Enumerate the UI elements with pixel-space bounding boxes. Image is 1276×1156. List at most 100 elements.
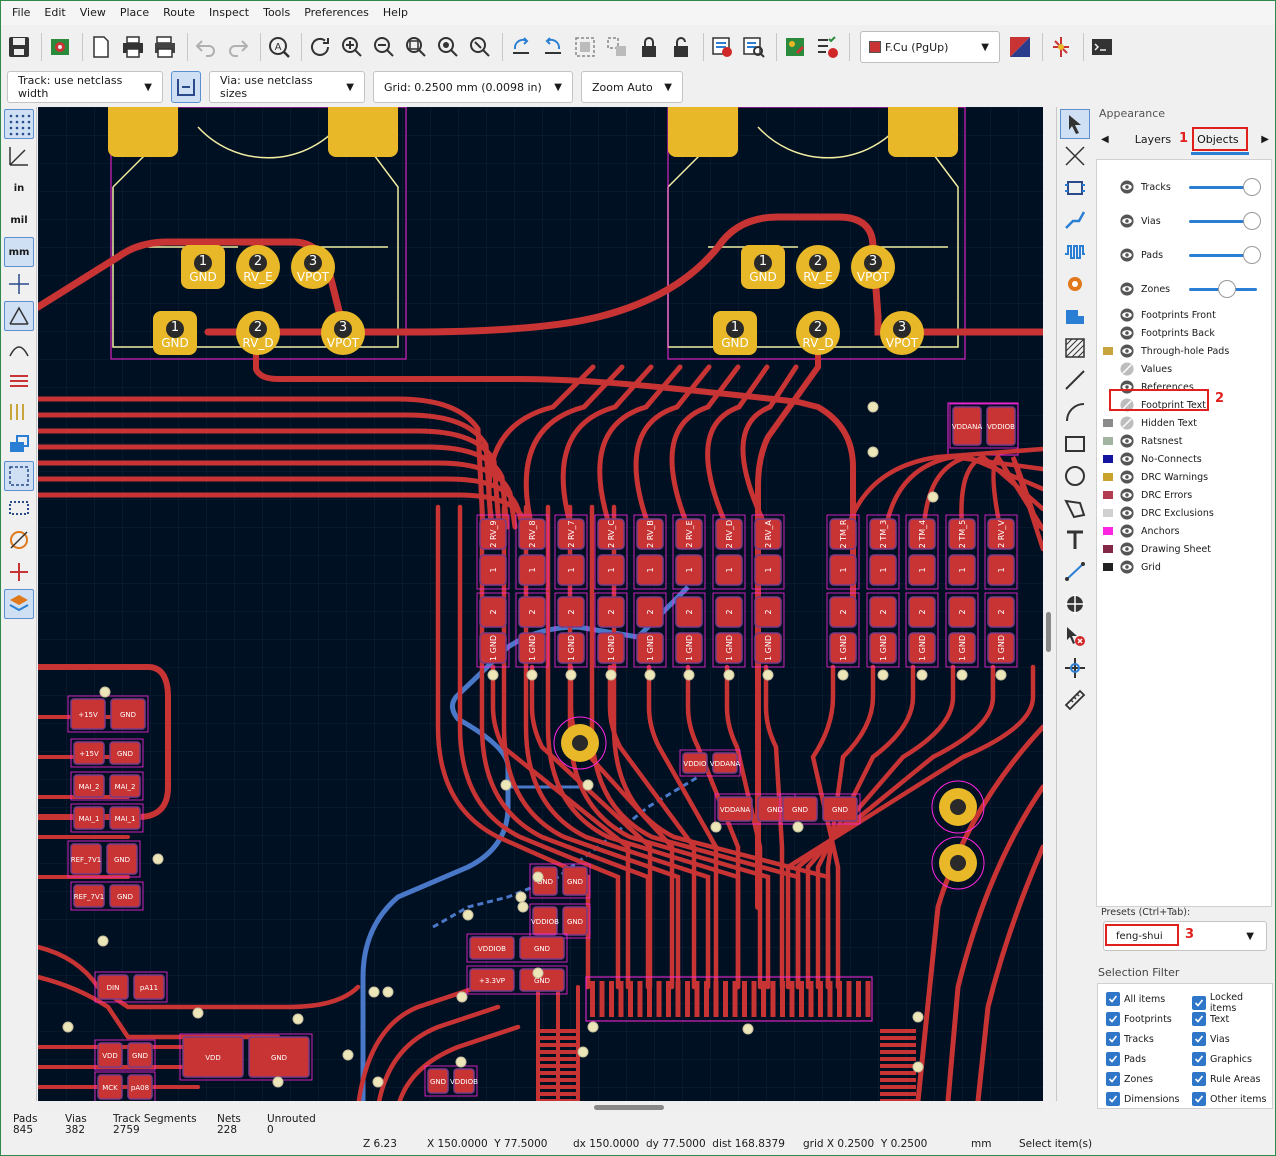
checkbox-checked-icon[interactable]	[1192, 1032, 1206, 1046]
checkbox-checked-icon[interactable]	[1106, 1092, 1120, 1106]
object-row-hidden-text[interactable]: Hidden Text	[1097, 414, 1273, 432]
via[interactable]	[462, 909, 474, 921]
object-color-swatch[interactable]	[1103, 545, 1113, 553]
th-pad-rv-d[interactable]: 2RV_D	[796, 311, 840, 355]
via[interactable]	[577, 1046, 589, 1058]
slider-knob[interactable]	[1243, 246, 1261, 264]
th-pad-gnd[interactable]: 1GND	[713, 311, 757, 355]
vertical-scrollbar[interactable]	[1043, 107, 1055, 1101]
lock-button[interactable]	[635, 32, 663, 62]
print-button[interactable]	[119, 32, 147, 62]
opacity-slider[interactable]	[1189, 212, 1261, 230]
checkbox-checked-icon[interactable]	[1192, 1012, 1206, 1026]
object-row-vias[interactable]: Vias	[1097, 212, 1273, 230]
zoom-in-button[interactable]	[338, 32, 366, 62]
object-color-swatch[interactable]	[1103, 419, 1113, 427]
filter-zones[interactable]: Zones	[1106, 1072, 1153, 1086]
filter-other-items[interactable]: Other items	[1192, 1092, 1266, 1106]
via[interactable]	[382, 986, 394, 998]
th-pad-rv-d[interactable]: 2RV_D	[236, 311, 280, 355]
object-color-swatch[interactable]	[1103, 251, 1113, 259]
via-sketch-button[interactable]	[4, 525, 34, 555]
eye-off-icon[interactable]	[1120, 416, 1134, 430]
add-zone-button[interactable]	[1060, 301, 1090, 331]
via[interactable]	[877, 669, 889, 681]
via[interactable]	[192, 1007, 204, 1019]
tab-scroll-left-icon[interactable]: ◀	[1095, 134, 1115, 145]
layer-pair-button[interactable]	[1006, 32, 1034, 62]
net-inspector-button[interactable]	[1047, 32, 1075, 62]
th-pad-gnd[interactable]: 1GND	[181, 245, 225, 289]
menu-edit[interactable]: Edit	[37, 1, 72, 25]
filter-locked-items[interactable]: Locked items	[1192, 992, 1272, 1014]
via[interactable]	[455, 1056, 467, 1068]
via[interactable]	[532, 871, 544, 883]
tune-length-button[interactable]	[1060, 237, 1090, 267]
units-mil-button[interactable]: mil	[4, 205, 34, 235]
via[interactable]	[152, 853, 164, 865]
track-sketch-button[interactable]	[4, 557, 34, 587]
object-color-swatch[interactable]	[1103, 509, 1113, 517]
filter-graphics[interactable]: Graphics	[1192, 1052, 1252, 1066]
filter-vias[interactable]: Vias	[1192, 1032, 1230, 1046]
checkbox-checked-icon[interactable]	[1192, 1092, 1206, 1106]
eye-icon[interactable]	[1120, 326, 1134, 340]
object-color-swatch[interactable]	[1103, 527, 1113, 535]
redo-button[interactable]	[224, 32, 252, 62]
object-row-through-hole-pads[interactable]: Through-hole Pads	[1097, 342, 1273, 360]
object-color-swatch[interactable]	[1103, 217, 1113, 225]
eye-icon[interactable]	[1120, 506, 1134, 520]
via[interactable]	[99, 686, 111, 698]
polar-coords-button[interactable]	[4, 141, 34, 171]
active-layer-select[interactable]: F.Cu (PgUp) ▼	[860, 31, 1000, 63]
via[interactable]	[342, 1049, 354, 1061]
via[interactable]	[927, 491, 939, 503]
layers-manager-button[interactable]	[4, 589, 34, 619]
tab-layers[interactable]: Layers	[1127, 129, 1179, 150]
object-row-ratsnest[interactable]: Ratsnest	[1097, 432, 1273, 450]
eye-icon[interactable]	[1120, 248, 1134, 262]
via[interactable]	[867, 446, 879, 458]
via[interactable]	[742, 1023, 754, 1035]
find-button[interactable]: A	[265, 32, 293, 62]
undo-button[interactable]	[192, 32, 220, 62]
th-pad-vpot[interactable]: 3VPOT	[321, 311, 365, 355]
object-row-tracks[interactable]: Tracks	[1097, 178, 1273, 196]
zoom-selection-button[interactable]	[466, 32, 494, 62]
checkbox-checked-icon[interactable]	[1192, 1052, 1206, 1066]
object-row-grid[interactable]: Grid	[1097, 558, 1273, 576]
object-color-swatch[interactable]	[1103, 329, 1113, 337]
via[interactable]	[837, 669, 849, 681]
object-color-swatch[interactable]	[1103, 183, 1113, 191]
th-pad-gnd[interactable]: 1GND	[741, 245, 785, 289]
checkbox-checked-icon[interactable]	[1106, 1052, 1120, 1066]
zoom-fit-button[interactable]	[402, 32, 430, 62]
filter-text[interactable]: Text	[1192, 1012, 1229, 1026]
menu-place[interactable]: Place	[113, 1, 156, 25]
show-grid-button[interactable]	[4, 109, 34, 139]
mounting-pad[interactable]	[328, 107, 398, 157]
via[interactable]	[605, 669, 617, 681]
eye-icon[interactable]	[1120, 542, 1134, 556]
save-button[interactable]	[5, 32, 33, 62]
via[interactable]	[565, 669, 577, 681]
menu-route[interactable]: Route	[156, 1, 202, 25]
object-color-swatch[interactable]	[1103, 347, 1113, 355]
draw-line-button[interactable]	[1060, 365, 1090, 395]
slider-knob[interactable]	[1243, 178, 1261, 196]
object-color-swatch[interactable]	[1103, 437, 1113, 445]
via[interactable]	[582, 779, 594, 791]
menu-help[interactable]: Help	[376, 1, 415, 25]
checkbox-checked-icon[interactable]	[1106, 1072, 1120, 1086]
via[interactable]	[487, 669, 499, 681]
refresh-button[interactable]	[306, 32, 334, 62]
th-pad-gnd[interactable]: 1GND	[153, 311, 197, 355]
mounting-pad[interactable]	[888, 107, 958, 157]
horizontal-scrollbar[interactable]	[38, 1101, 1043, 1113]
via[interactable]	[916, 669, 928, 681]
via[interactable]	[500, 779, 512, 791]
object-row-zones[interactable]: Zones	[1097, 280, 1273, 298]
eye-icon[interactable]	[1120, 470, 1134, 484]
via[interactable]	[517, 901, 529, 913]
eye-icon[interactable]	[1120, 488, 1134, 502]
